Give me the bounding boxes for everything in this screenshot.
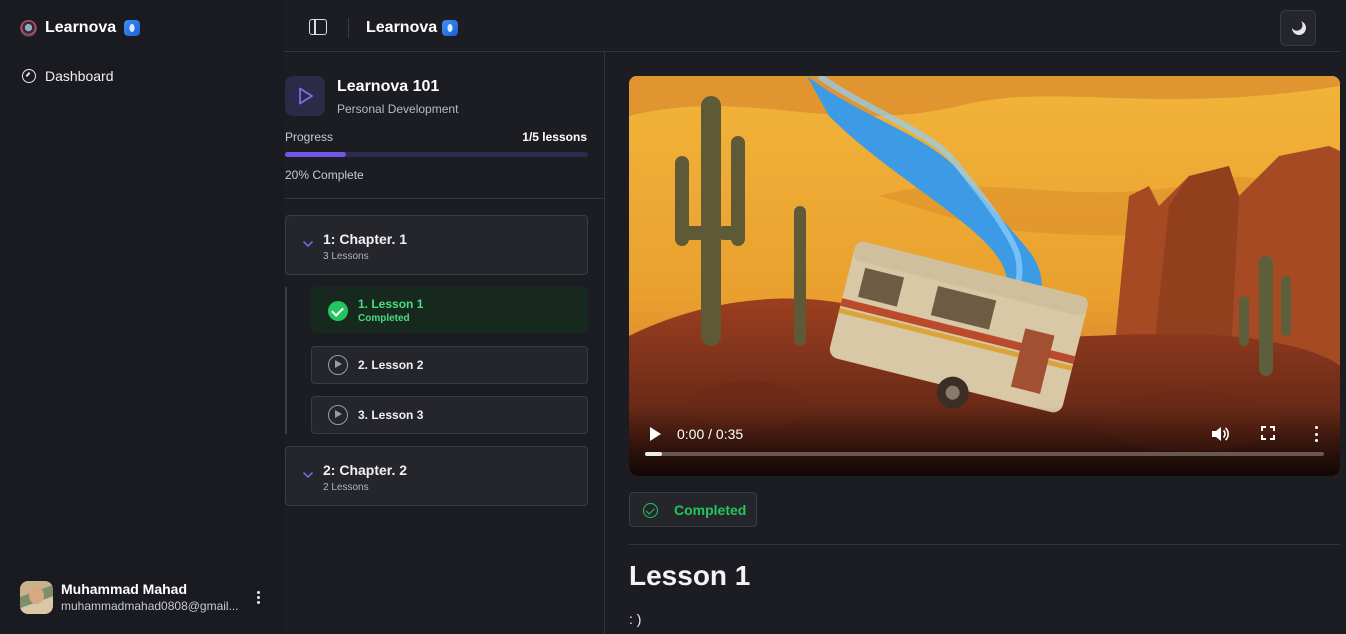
chapter-lesson-count: 3 Lessons (323, 251, 369, 262)
check-circle-icon (328, 301, 348, 321)
learnova-logo-icon (20, 19, 37, 37)
video-time: 0:00 / 0:35 (677, 426, 744, 442)
more-vertical-icon[interactable] (251, 587, 265, 607)
course-title: Learnova 101 (337, 78, 440, 95)
video-seek-bar[interactable] (645, 452, 1324, 456)
fullscreen-icon[interactable] (1261, 426, 1275, 440)
lesson-title: 2. Lesson 2 (358, 358, 424, 372)
compass-icon (22, 69, 36, 83)
sidebar: Learnova Dashboard Muhammad Mahad muhamm… (0, 0, 284, 634)
top-header: Learnova (284, 0, 1340, 52)
brand-badge-icon (442, 20, 459, 36)
video-seek-fill (645, 452, 662, 456)
avatar (20, 580, 53, 614)
play-circle-icon (328, 405, 348, 425)
progress-bar (285, 152, 588, 157)
user-info: Muhammad Mahad muhammadmahad0808@gmail..… (61, 580, 239, 614)
lesson-3[interactable]: 3. Lesson 3 (311, 396, 588, 434)
user-email: muhammadmahad0808@gmail... (61, 599, 239, 613)
lesson-heading: Lesson 1 (629, 560, 751, 591)
chevron-down-icon (302, 240, 314, 248)
progress-label: Progress (285, 130, 334, 144)
progress-count: 1/5 lessons (522, 130, 587, 144)
lesson-rail (285, 287, 287, 434)
user-name: Muhammad Mahad (61, 581, 188, 597)
lesson-1[interactable]: 1. Lesson 1 Completed (311, 287, 588, 333)
chapter-title: 2: Chapter. 2 (323, 462, 408, 478)
volume-icon[interactable] (1211, 426, 1229, 442)
lesson-2[interactable]: 2. Lesson 2 (311, 346, 588, 384)
video-controls: 0:00 / 0:35 (629, 406, 1340, 476)
theme-toggle-button[interactable] (1280, 10, 1316, 46)
chapter-2[interactable]: 2: Chapter. 2 2 Lessons (285, 446, 588, 506)
lesson-body: : ) (629, 611, 642, 627)
page-title: Learnova (366, 17, 459, 39)
course-panel: Learnova 101 Personal Development Progre… (285, 52, 605, 634)
more-vertical-icon[interactable] (1313, 426, 1319, 442)
play-icon[interactable] (648, 427, 662, 441)
divider (285, 198, 604, 199)
completed-button-label: Completed (674, 502, 747, 518)
chapter-1[interactable]: 1: Chapter. 1 3 Lessons (285, 215, 588, 275)
course-category: Personal Development (337, 102, 459, 116)
chapter-lesson-count: 2 Lessons (323, 482, 369, 493)
chapter-title: 1: Chapter. 1 (323, 231, 408, 247)
progress-percent: 20% Complete (285, 168, 364, 182)
brand-badge-icon (124, 20, 141, 36)
sidebar-toggle-icon[interactable] (309, 19, 327, 35)
moon-icon (1290, 19, 1308, 37)
page-title-text: Learnova (366, 19, 438, 36)
play-circle-icon (328, 355, 348, 375)
check-circle-icon (643, 503, 658, 518)
play-icon (299, 87, 313, 105)
sidebar-item-label: Dashboard (45, 68, 114, 84)
chevron-down-icon (302, 471, 314, 479)
progress-bar-fill (285, 152, 346, 157)
divider (629, 544, 1340, 545)
user-profile[interactable]: Muhammad Mahad muhammadmahad0808@gmail..… (20, 579, 270, 615)
sidebar-item-dashboard[interactable]: Dashboard (20, 64, 270, 88)
video-player[interactable]: 0:00 / 0:35 (629, 76, 1340, 476)
lesson-status: Completed (358, 313, 410, 324)
lesson-title: 3. Lesson 3 (358, 408, 424, 422)
lesson-title: 1. Lesson 1 (358, 297, 424, 311)
header-divider (348, 18, 349, 38)
completed-button[interactable]: Completed (629, 492, 757, 527)
brand-name: Learnova (45, 19, 117, 36)
brand[interactable]: Learnova (20, 17, 141, 39)
course-thumbnail (285, 76, 325, 116)
